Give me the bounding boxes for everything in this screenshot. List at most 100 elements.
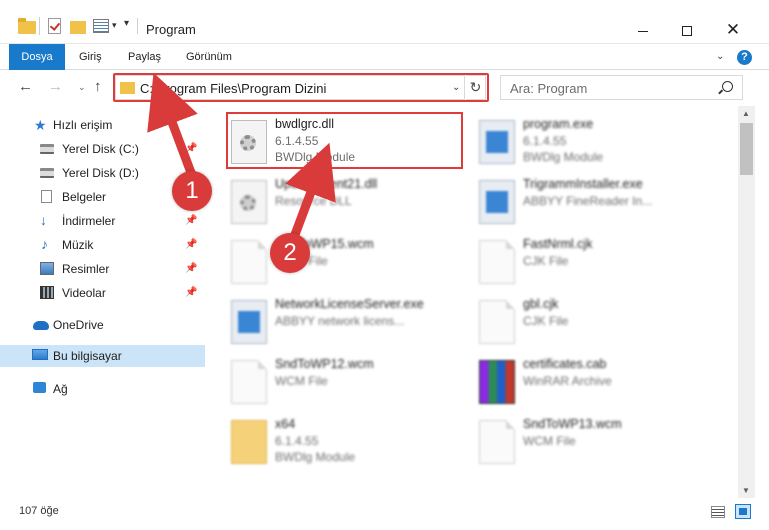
gear-icon <box>240 195 256 211</box>
tab-home[interactable]: Giriş <box>79 44 102 70</box>
file-item[interactable]: FastNrml.cjk CJK File <box>473 234 713 290</box>
file-version: 6.1.4.55 <box>275 434 319 448</box>
title-bar: ▾ ▾ Program ✕ <box>0 0 769 44</box>
close-button[interactable]: ✕ <box>710 16 756 44</box>
maximize-icon <box>682 26 692 37</box>
divider <box>137 18 138 34</box>
navigation-pane: ★ Hızlı erişim Yerel Disk (C:) 📌 Yerel D… <box>0 106 205 498</box>
minimize-icon <box>638 30 648 32</box>
ribbon-tabs: Dosya Giriş Paylaş Görünüm ⌄ ? <box>0 44 769 100</box>
file-icon <box>479 420 515 464</box>
pictures-icon <box>40 262 54 275</box>
details-view-icon[interactable] <box>711 506 725 518</box>
forward-button[interactable]: → <box>48 78 63 95</box>
help-icon[interactable]: ? <box>737 50 752 65</box>
file-type: Resource DLL <box>275 194 352 208</box>
scroll-thumb[interactable] <box>740 123 753 175</box>
file-type: WinRAR Archive <box>523 374 612 388</box>
search-icon[interactable] <box>722 81 733 92</box>
cloud-icon <box>33 321 49 330</box>
file-type: WCM File <box>523 434 576 448</box>
file-item[interactable]: UpdateClient21.dll Resource DLL <box>225 174 465 230</box>
file-description: BWDlg Module <box>275 450 356 464</box>
sidebar-item-music[interactable]: ♪ Müzik 📌 <box>0 234 205 256</box>
properties-check-icon[interactable] <box>48 18 61 34</box>
recent-locations-icon[interactable]: ⌄ <box>78 82 86 93</box>
tiles-view-icon[interactable] <box>735 504 751 519</box>
exe-icon <box>479 180 515 224</box>
quick-access-dropdown-icon[interactable]: ▾ <box>124 18 129 29</box>
tab-share[interactable]: Paylaş <box>128 44 161 70</box>
scroll-up-icon[interactable]: ▲ <box>742 109 750 118</box>
file-type: CJK File <box>523 254 569 268</box>
address-highlight-box <box>113 73 489 102</box>
file-item[interactable]: TrigrammInstaller.exe ABBYY FineReader I… <box>473 174 713 230</box>
sidebar-item-onedrive[interactable]: OneDrive <box>0 314 205 336</box>
search-placeholder: Ara: Program <box>510 81 588 96</box>
file-item[interactable]: gbl.cjk CJK File <box>473 294 713 350</box>
file-name: TrigrammInstaller.exe <box>523 177 643 191</box>
pin-icon[interactable]: 📌 <box>185 210 197 232</box>
step-2-badge: 2 <box>270 233 310 273</box>
sidebar-item-label: Yerel Disk (D:) <box>62 166 139 180</box>
sidebar-item-label: Hızlı erişim <box>53 118 113 132</box>
sidebar-item-drive-c[interactable]: Yerel Disk (C:) 📌 <box>0 138 205 160</box>
downloads-icon: ↓ <box>40 212 47 228</box>
sidebar-item-this-pc[interactable]: Bu bilgisayar <box>0 345 205 367</box>
file-icon <box>479 300 515 344</box>
file-item[interactable]: SndToWP13.wcm WCM File <box>473 414 713 470</box>
sidebar-item-downloads[interactable]: ↓ İndirmeler 📌 <box>0 210 205 232</box>
sidebar-item-label: OneDrive <box>53 318 104 332</box>
pin-icon[interactable]: 📌 <box>185 282 197 304</box>
file-item[interactable]: SndToWP15.wcm WCM File <box>225 234 465 290</box>
divider <box>39 17 40 35</box>
expand-ribbon-icon[interactable]: ⌄ <box>716 51 724 62</box>
file-version: 6.1.4.55 <box>523 134 567 148</box>
file-description: BWDlg Module <box>523 150 604 164</box>
file-item[interactable]: x64 6.1.4.55 BWDlg Module <box>225 414 465 470</box>
file-name: program.exe <box>523 117 594 131</box>
customize-icon[interactable] <box>93 19 109 33</box>
minimize-button[interactable] <box>620 16 666 44</box>
file-name: FastNrml.cjk <box>523 237 593 251</box>
back-button[interactable]: ← <box>18 78 33 95</box>
file-item[interactable]: certificates.cab WinRAR Archive <box>473 354 713 410</box>
drive-icon <box>40 144 54 154</box>
maximize-button[interactable] <box>664 16 710 44</box>
file-item[interactable]: program.exe 6.1.4.55 BWDlg Module <box>473 114 713 170</box>
folder-icon <box>18 18 36 34</box>
network-icon <box>33 382 46 393</box>
up-button[interactable]: ↑ <box>94 78 102 95</box>
sidebar-item-network[interactable]: Ağ <box>0 378 205 400</box>
sidebar-item-label: Videolar <box>62 286 106 300</box>
sidebar-item-quick-access[interactable]: ★ Hızlı erişim <box>0 114 205 136</box>
pin-icon[interactable]: 📌 <box>185 138 197 160</box>
file-item[interactable]: SndToWP12.wcm WCM File <box>225 354 465 410</box>
file-name: SndToWP13.wcm <box>523 417 622 431</box>
exe-icon <box>479 120 515 164</box>
music-icon: ♪ <box>41 236 48 252</box>
sidebar-item-pictures[interactable]: Resimler 📌 <box>0 258 205 280</box>
file-item[interactable]: NetworkLicenseServer.exe ABBYY network l… <box>225 294 465 350</box>
file-icon <box>231 360 267 404</box>
file-icon <box>231 240 267 284</box>
sidebar-item-label: Yerel Disk (C:) <box>62 142 139 156</box>
sidebar-item-label: Müzik <box>62 238 94 252</box>
sidebar-item-videos[interactable]: Videolar 📌 <box>0 282 205 304</box>
sidebar-item-label: Resimler <box>62 262 110 276</box>
pin-icon[interactable]: 📌 <box>185 234 197 256</box>
sidebar-item-label: Ağ <box>53 382 68 396</box>
search-input[interactable]: Ara: Program <box>500 75 743 100</box>
file-icon <box>479 240 515 284</box>
chevron-down-icon[interactable]: ▾ <box>112 20 117 31</box>
sidebar-item-label: Belgeler <box>62 190 107 204</box>
archive-icon <box>479 360 515 404</box>
new-folder-icon[interactable] <box>70 21 86 34</box>
scroll-down-icon[interactable]: ▼ <box>742 486 750 495</box>
pin-icon[interactable]: 📌 <box>185 258 197 280</box>
dll-icon <box>231 180 267 224</box>
vertical-scrollbar[interactable]: ▲ ▼ <box>738 106 755 498</box>
tab-view[interactable]: Görünüm <box>186 44 232 70</box>
file-name: certificates.cab <box>523 357 607 371</box>
item-count: 107 öğe <box>19 505 59 517</box>
